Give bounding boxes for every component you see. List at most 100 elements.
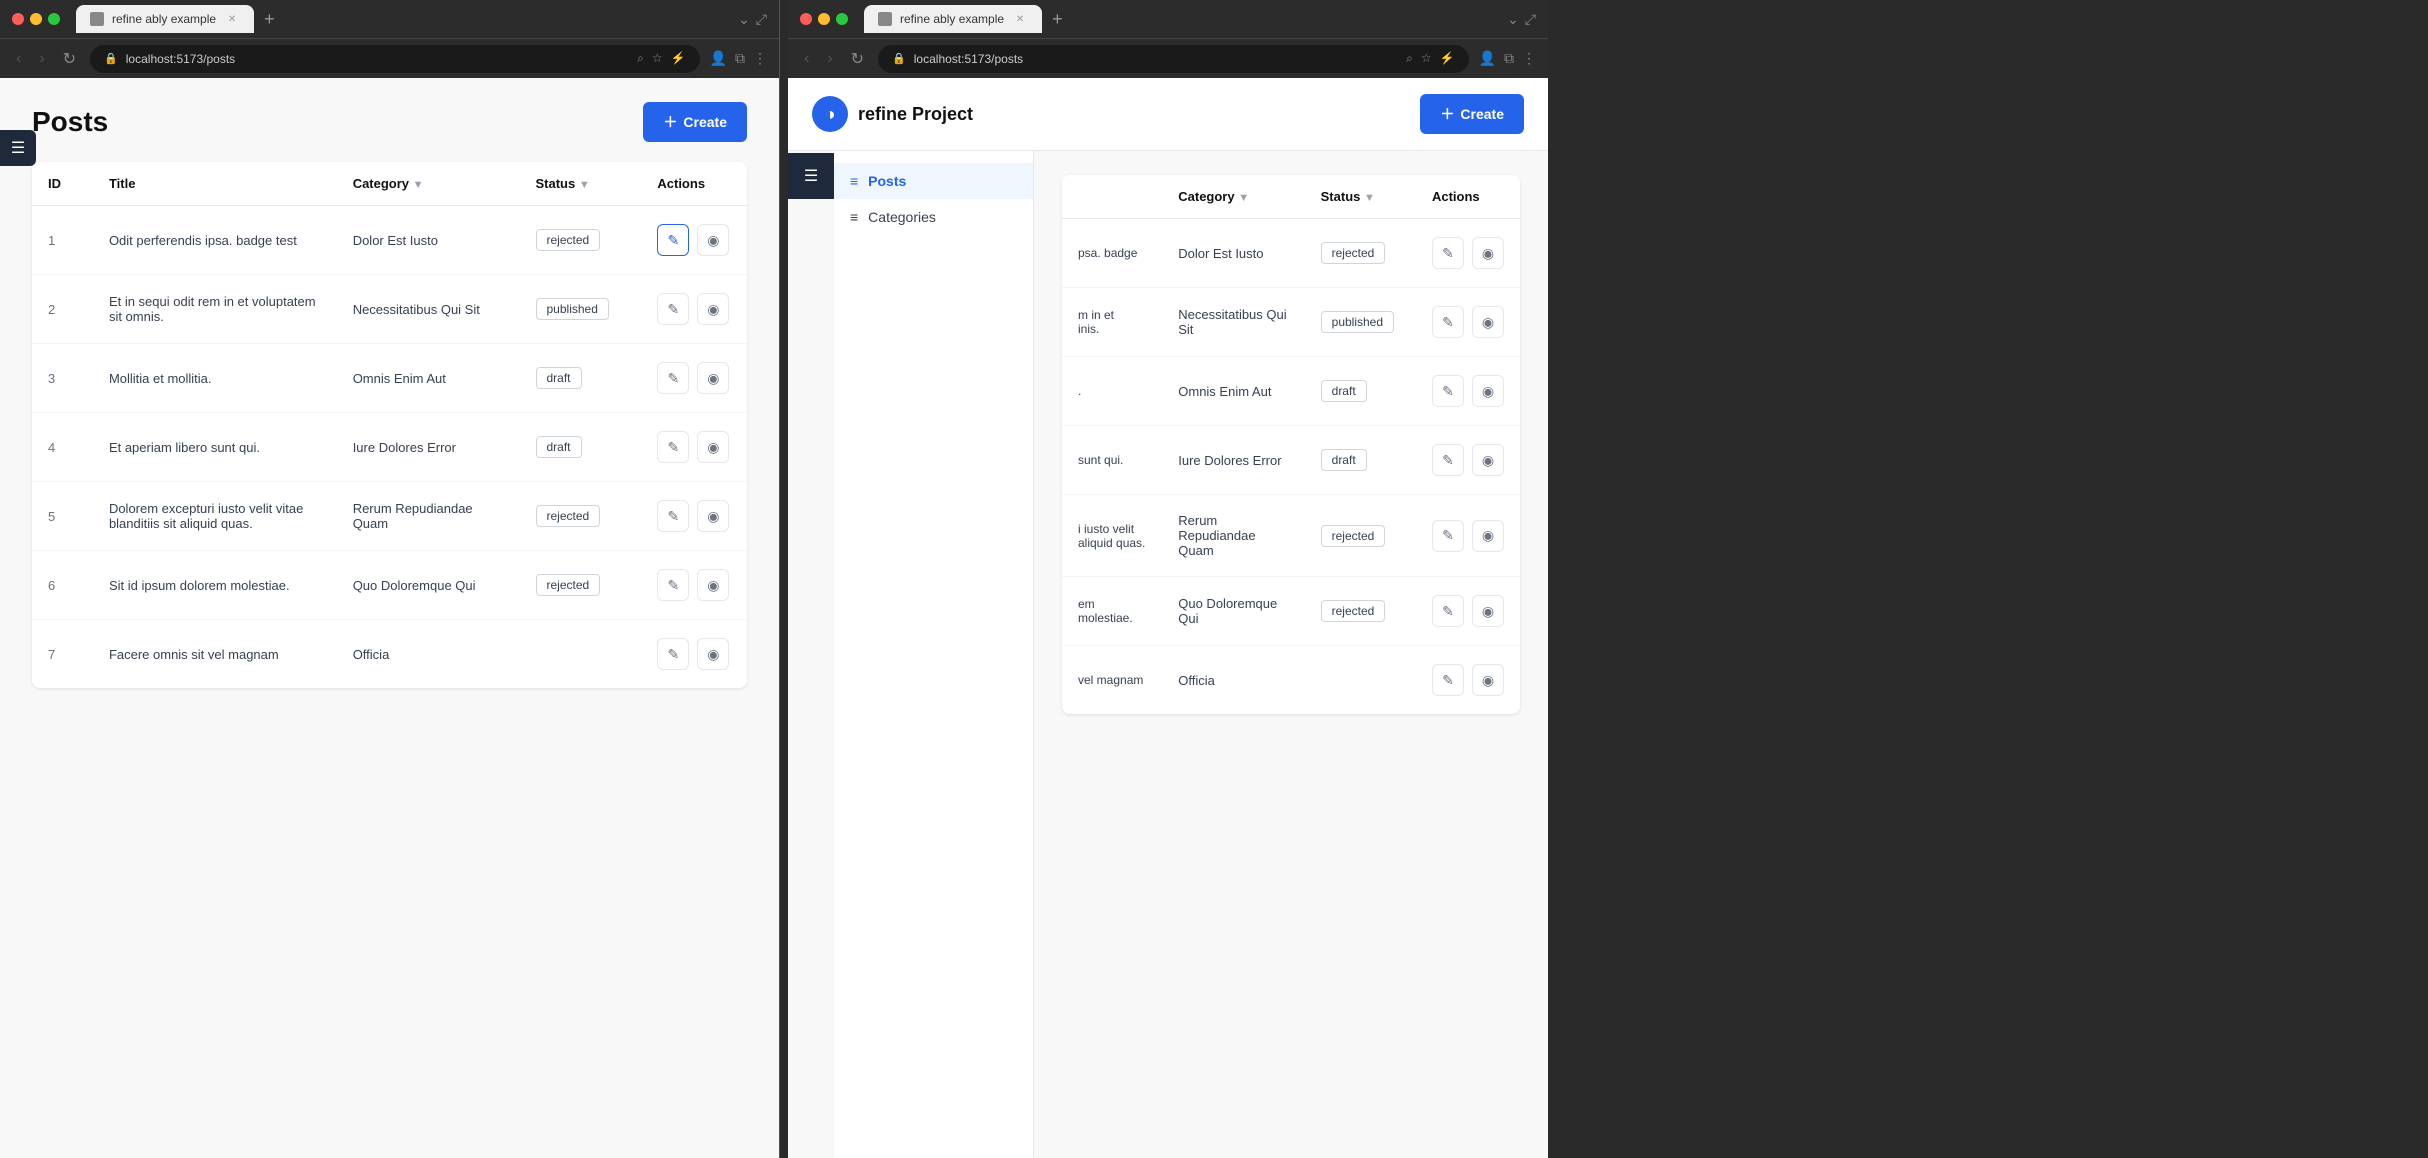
brand-logo: ◑: [812, 96, 848, 132]
minimize-traffic-light[interactable]: [30, 13, 42, 25]
right-menu-icon[interactable]: ⋮: [1522, 50, 1536, 67]
right-url-bar[interactable]: 🔒 localhost:5173/posts ⌕ ☆ ⚡: [878, 45, 1469, 73]
edit-button[interactable]: ✎: [657, 293, 689, 325]
status-badge: published: [1321, 311, 1394, 333]
right-status-filter-icon[interactable]: ▼: [1364, 192, 1375, 204]
view-button[interactable]: ◉: [1472, 664, 1504, 696]
right-active-tab[interactable]: refine ably example ✕: [864, 5, 1042, 33]
url-action-icons: ⌕ ☆ ⚡: [637, 51, 685, 66]
cell-title-partial: sunt qui.: [1062, 426, 1162, 495]
pencil-icon: ✎: [668, 232, 680, 249]
view-button[interactable]: ◉: [697, 569, 729, 601]
right-new-tab-button[interactable]: +: [1044, 9, 1071, 30]
right-category-filter-icon[interactable]: ▼: [1238, 192, 1249, 204]
edit-button[interactable]: ✎: [1432, 444, 1464, 476]
window-minimize-icon[interactable]: ⌄: [738, 11, 750, 28]
view-button[interactable]: ◉: [697, 500, 729, 532]
left-sidebar-toggle[interactable]: ☰: [0, 130, 36, 166]
forward-button[interactable]: ›: [35, 48, 48, 70]
edit-button[interactable]: ✎: [657, 638, 689, 670]
edit-button[interactable]: ✎: [657, 224, 689, 256]
view-button[interactable]: ◉: [1472, 237, 1504, 269]
eye-icon: ◉: [1482, 672, 1494, 689]
col-header-category[interactable]: Category ▼: [337, 162, 520, 206]
category-filter-icon[interactable]: ▼: [413, 179, 424, 191]
view-button[interactable]: ◉: [697, 638, 729, 670]
left-create-button[interactable]: ＋ Create: [643, 102, 747, 142]
cell-actions: ✎◉: [641, 551, 747, 620]
edit-button[interactable]: ✎: [1432, 237, 1464, 269]
edit-button[interactable]: ✎: [1432, 306, 1464, 338]
right-extensions-icon[interactable]: ⧉: [1504, 50, 1514, 67]
right-reload-button[interactable]: ↻: [847, 47, 868, 71]
sidebar-item-posts[interactable]: ≡ Posts: [834, 163, 1033, 199]
edit-button[interactable]: ✎: [657, 362, 689, 394]
right-maximize-traffic-light[interactable]: [836, 13, 848, 25]
profile-icon[interactable]: 👤: [710, 50, 727, 67]
extension-icon[interactable]: ⚡: [671, 51, 686, 66]
right-star-icon[interactable]: ☆: [1421, 51, 1432, 66]
edit-button[interactable]: ✎: [1432, 520, 1464, 552]
view-button[interactable]: ◉: [1472, 375, 1504, 407]
view-button[interactable]: ◉: [1472, 444, 1504, 476]
right-col-header-status[interactable]: Status ▼: [1305, 175, 1416, 219]
edit-button[interactable]: ✎: [1432, 375, 1464, 407]
reload-button[interactable]: ↻: [59, 47, 80, 71]
new-tab-button[interactable]: +: [256, 9, 283, 30]
right-profile-icon[interactable]: 👤: [1479, 50, 1496, 67]
right-col-header-category[interactable]: Category ▼: [1162, 175, 1304, 219]
cell-status: rejected: [520, 551, 642, 620]
view-button[interactable]: ◉: [697, 224, 729, 256]
right-hamburger-icon: ☰: [804, 166, 818, 186]
table-row: 3Mollitia et mollitia.Omnis Enim Autdraf…: [32, 344, 747, 413]
cell-id: 3: [32, 344, 93, 413]
left-title-bar: refine ably example ✕ + ⌄ ⤢: [0, 0, 779, 38]
status-filter-icon[interactable]: ▼: [579, 179, 590, 191]
status-badge: draft: [1321, 380, 1367, 402]
right-posts-table: Category ▼ Status ▼ Actions psa. badgeDo…: [1062, 175, 1520, 714]
maximize-traffic-light[interactable]: [48, 13, 60, 25]
right-url-action-icons: ⌕ ☆ ⚡: [1406, 51, 1454, 66]
status-badge: rejected: [1321, 242, 1386, 264]
page-title: Posts: [32, 106, 108, 138]
star-icon[interactable]: ☆: [652, 51, 663, 66]
right-tab-close-button[interactable]: ✕: [1012, 11, 1028, 27]
view-button[interactable]: ◉: [697, 431, 729, 463]
window-fullscreen-icon[interactable]: ⤢: [756, 11, 767, 28]
edit-button[interactable]: ✎: [1432, 664, 1464, 696]
right-close-traffic-light[interactable]: [800, 13, 812, 25]
view-button[interactable]: ◉: [697, 293, 729, 325]
right-forward-button[interactable]: ›: [823, 48, 836, 70]
edit-button[interactable]: ✎: [657, 500, 689, 532]
edit-button[interactable]: ✎: [657, 569, 689, 601]
right-window-minimize-icon[interactable]: ⌄: [1507, 11, 1519, 28]
pencil-icon: ✎: [1442, 245, 1454, 262]
right-create-button[interactable]: ＋ Create: [1420, 94, 1524, 134]
url-bar[interactable]: 🔒 localhost:5173/posts ⌕ ☆ ⚡: [90, 45, 700, 73]
tab-close-button[interactable]: ✕: [224, 11, 240, 27]
sidebar-item-categories[interactable]: ≡ Categories: [834, 199, 1033, 235]
view-button[interactable]: ◉: [1472, 595, 1504, 627]
active-tab[interactable]: refine ably example ✕: [76, 5, 254, 33]
right-minimize-traffic-light[interactable]: [818, 13, 830, 25]
view-button[interactable]: ◉: [697, 362, 729, 394]
cell-id: 4: [32, 413, 93, 482]
edit-button[interactable]: ✎: [657, 431, 689, 463]
col-header-status[interactable]: Status ▼: [520, 162, 642, 206]
extensions-icon[interactable]: ⧉: [735, 50, 745, 67]
right-extension-icon[interactable]: ⚡: [1440, 51, 1455, 66]
pencil-icon: ✎: [1442, 527, 1454, 544]
right-browser: refine ably example ✕ + ⌄ ⤢ ‹ › ↻ 🔒 loca…: [788, 0, 1548, 1158]
close-traffic-light[interactable]: [12, 13, 24, 25]
right-url-text: localhost:5173/posts: [914, 52, 1023, 66]
right-col-header-title-partial: [1062, 175, 1162, 219]
edit-button[interactable]: ✎: [1432, 595, 1464, 627]
view-button[interactable]: ◉: [1472, 520, 1504, 552]
cell-status: draft: [1305, 357, 1416, 426]
right-back-button[interactable]: ‹: [800, 48, 813, 70]
menu-icon[interactable]: ⋮: [753, 50, 767, 67]
right-sidebar-toggle[interactable]: ☰: [788, 153, 834, 199]
right-window-fullscreen-icon[interactable]: ⤢: [1525, 11, 1536, 28]
view-button[interactable]: ◉: [1472, 306, 1504, 338]
back-button[interactable]: ‹: [12, 48, 25, 70]
